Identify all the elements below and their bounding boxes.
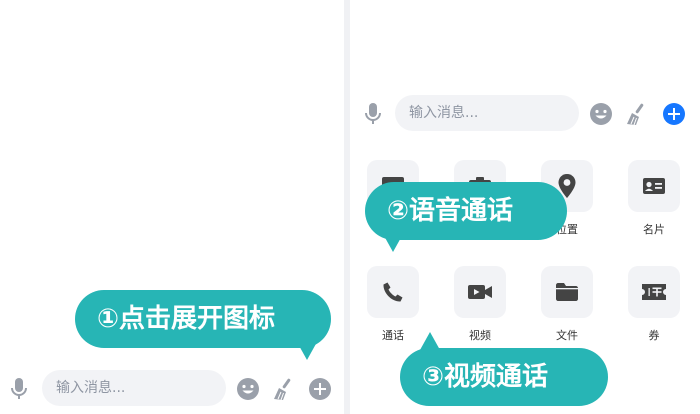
callout-text: ③视频通话: [422, 362, 549, 392]
callout-text: ②语音通话: [387, 196, 514, 226]
expand-more-button[interactable]: [307, 376, 333, 402]
panel-tile: [628, 266, 680, 318]
voice-input-button[interactable]: [360, 101, 386, 127]
plus-circle-icon: [663, 103, 685, 125]
panel-item-call[interactable]: 通话: [363, 266, 423, 343]
callout-tail: [383, 234, 403, 252]
panel-tile: [454, 266, 506, 318]
video-camera-icon: [468, 285, 492, 299]
folder-icon: [556, 283, 578, 301]
panel-item-file[interactable]: 文件: [537, 266, 597, 343]
emoji-button[interactable]: [588, 101, 614, 127]
plus-circle-icon: [309, 378, 331, 400]
callout-tail: [420, 332, 440, 350]
contact-card-icon: [643, 178, 665, 194]
broom-icon: [274, 378, 291, 401]
panel-tile: [367, 266, 419, 318]
broom-icon: [627, 103, 644, 126]
panel-item-label: 文件: [556, 329, 578, 342]
emoji-icon: [237, 378, 259, 400]
emoji-icon: [590, 103, 612, 125]
clear-button[interactable]: [270, 376, 296, 402]
callout-step-3: ③视频通话: [400, 332, 608, 406]
microphone-icon: [11, 378, 27, 399]
panel-item-coupon[interactable]: 券: [624, 266, 684, 343]
callout-step-2: ②语音通话: [365, 182, 567, 252]
panel-item-label: 通话: [382, 329, 404, 342]
panel-item-contact-card[interactable]: 名片: [624, 160, 684, 237]
panel-tile: [541, 266, 593, 318]
message-input[interactable]: [42, 370, 226, 406]
panel-item-label: 券: [648, 329, 660, 342]
panel-item-label: 视频: [469, 329, 491, 342]
callout-step-1: ①点击展开图标: [75, 290, 331, 360]
panel-tile: [628, 160, 680, 212]
panel-item-label: 名片: [643, 223, 665, 236]
voice-input-button[interactable]: [6, 376, 32, 402]
panel-item-video[interactable]: 视频: [450, 266, 510, 343]
chat-pane-collapsed: [0, 0, 344, 414]
callout-tail: [297, 342, 317, 360]
microphone-icon: [365, 103, 381, 124]
clear-button[interactable]: [623, 101, 649, 127]
coupon-icon: [642, 284, 666, 300]
message-input[interactable]: [395, 95, 579, 131]
callout-text: ①点击展开图标: [97, 304, 276, 334]
emoji-button[interactable]: [235, 376, 261, 402]
collapse-more-button[interactable]: [661, 101, 687, 127]
phone-icon: [383, 282, 403, 302]
